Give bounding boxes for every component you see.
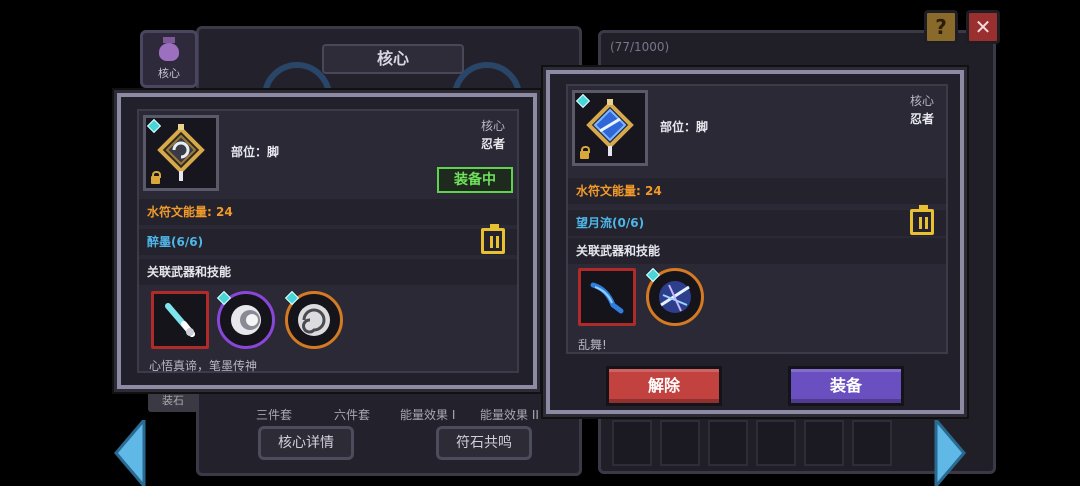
brush-weapon-icon[interactable] (151, 291, 209, 349)
equipped-core-content: 部位：脚 核心 忍者 装备中 水符文能量: 24 醉墨(6/6) 关联武器和技能 (137, 109, 519, 373)
equip-slot: 部位：脚 (660, 120, 709, 134)
vase-icon (158, 37, 180, 63)
item-category: 核心 (480, 119, 505, 133)
inventory-capacity: (77/1000) (610, 40, 670, 54)
set-label-six: 六件套 (334, 408, 371, 422)
set-info-icon[interactable] (910, 205, 934, 235)
core-header-title: 核心 (322, 44, 464, 74)
energy-row: 水符文能量: 24 (139, 199, 517, 225)
equipped-status-badge: 装备中 (437, 167, 513, 193)
compare-core-card: 部位：脚 核心 忍者 水符文能量: 24 望月流(0/6) 关联武器和技能 乱舞… (546, 70, 964, 414)
set-label-three: 三件套 (256, 408, 293, 422)
inventory-slot[interactable] (660, 420, 700, 466)
related-title: 关联武器和技能 (568, 238, 946, 264)
item-category: 核心 (909, 94, 934, 108)
core-details-button[interactable]: 核心详情 (258, 426, 354, 460)
equipped-core-icon-frame (143, 115, 219, 191)
core-tab[interactable]: 核心 (140, 30, 198, 88)
set-row[interactable]: 望月流(0/6) (568, 210, 946, 236)
lock-icon (151, 171, 161, 184)
core-rune-crystal-icon (586, 99, 634, 156)
set-name: 醉墨(6/6) (147, 235, 204, 249)
inventory-slot[interactable] (852, 420, 892, 466)
set-caption: 心悟真谛，笔墨传神 (149, 359, 258, 373)
side-tab[interactable]: 装石 (148, 390, 198, 412)
inventory-slot[interactable] (708, 420, 748, 466)
item-class: 忍者 (909, 112, 934, 126)
ink-orb-icon[interactable] (216, 290, 275, 349)
equip-button[interactable]: 装备 (788, 366, 904, 406)
help-button[interactable]: ? (924, 10, 958, 44)
inventory-slot[interactable] (756, 420, 796, 466)
blade-weapon-icon[interactable] (578, 268, 636, 326)
related-title: 关联武器和技能 (139, 259, 517, 285)
set-caption: 乱舞! (578, 338, 607, 352)
inventory-slot[interactable] (804, 420, 844, 466)
set-name: 望月流(0/6) (576, 216, 645, 230)
ink-swirl-icon[interactable] (284, 290, 343, 349)
inventory-slot[interactable] (612, 420, 652, 466)
previous-arrow-icon[interactable] (114, 420, 148, 486)
set-label-energy-2: 能量效果 II (480, 408, 539, 422)
equipped-core-card: 部位：脚 核心 忍者 装备中 水符文能量: 24 醉墨(6/6) 关联武器和技能 (117, 93, 537, 389)
equip-slot: 部位：脚 (231, 145, 280, 159)
set-info-icon[interactable] (481, 224, 505, 254)
unequip-button[interactable]: 解除 (606, 366, 722, 406)
core-rune-swirl-icon (157, 124, 205, 181)
compare-core-icon-frame (572, 90, 648, 166)
core-tab-label: 核心 (158, 67, 180, 80)
item-class: 忍者 (480, 137, 505, 151)
energy-row: 水符文能量: 24 (568, 178, 946, 204)
lightning-slash-icon[interactable] (645, 267, 704, 326)
set-row[interactable]: 醉墨(6/6) (139, 229, 517, 255)
next-arrow-icon[interactable] (932, 420, 966, 486)
compare-core-content: 部位：脚 核心 忍者 水符文能量: 24 望月流(0/6) 关联武器和技能 乱舞… (566, 84, 948, 354)
rune-resonance-button[interactable]: 符石共鸣 (436, 426, 532, 460)
close-button[interactable]: ✕ (966, 10, 1000, 44)
set-label-energy-1: 能量效果 I (400, 408, 456, 422)
lock-icon (580, 146, 590, 159)
